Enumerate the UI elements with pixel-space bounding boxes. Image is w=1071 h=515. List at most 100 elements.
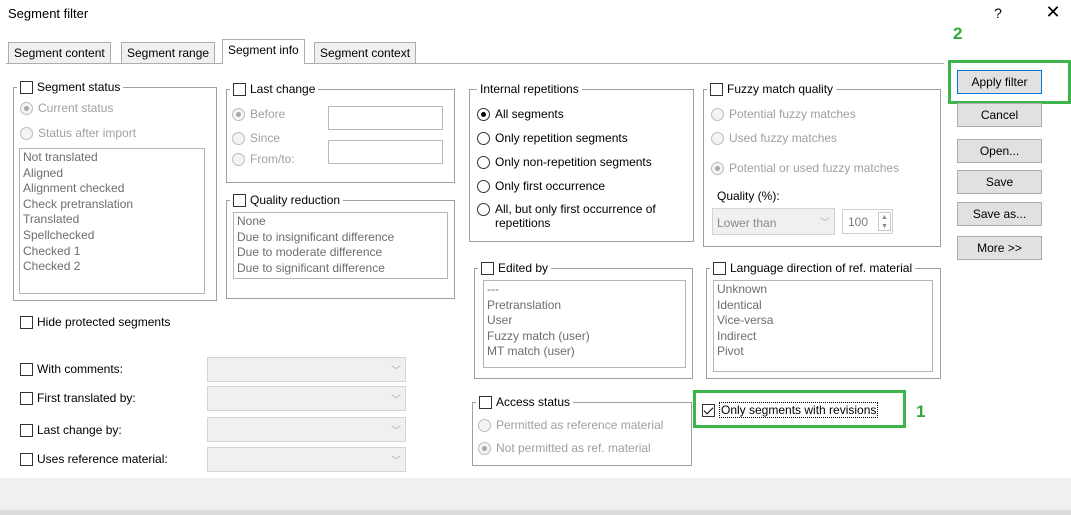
list-item[interactable]: Identical [717,298,929,314]
radio-dot [711,131,724,145]
quality-reduction-legend[interactable]: Quality reduction [230,193,344,207]
last-change-legend[interactable]: Last change [230,82,319,96]
used-fuzzy-radio[interactable]: Used fuzzy matches [711,131,837,145]
fuzzy-match-checkbox[interactable] [710,82,723,96]
uses-reference-row[interactable]: Uses reference material: [20,452,168,466]
last-change-checkbox[interactable] [233,82,246,96]
uses-reference-select[interactable]: ﹀ [207,447,406,472]
quality-reduction-list[interactable]: None Due to insignificant difference Due… [233,212,448,279]
list-item[interactable]: Indirect [717,329,929,345]
before-radio[interactable]: Before [232,107,285,121]
all-first-occurrence-continued: repetitions [495,216,551,230]
apply-filter-button[interactable]: Apply filter [957,70,1042,94]
all-segments-radio[interactable]: All segments [477,107,564,121]
fuzzy-match-legend[interactable]: Fuzzy match quality [707,82,837,96]
segment-status-legend[interactable]: Segment status [17,80,124,94]
list-item[interactable]: Spellchecked [23,228,201,244]
hide-protected-checkbox[interactable] [20,315,33,329]
list-item[interactable]: Due to insignificant difference [237,230,444,246]
first-translated-row[interactable]: First translated by: [20,391,136,405]
fromto-radio[interactable]: From/to: [232,152,295,166]
language-direction-checkbox[interactable] [713,261,726,275]
since-radio[interactable]: Since [232,131,280,145]
list-item[interactable]: Checked 1 [23,244,201,260]
last-change-by-select[interactable]: ﹀ [207,417,406,442]
tab-segment-range[interactable]: Segment range [121,42,216,63]
save-button[interactable]: Save [957,170,1042,194]
last-change-by-checkbox[interactable] [20,423,33,437]
list-item[interactable]: None [237,214,444,230]
with-comments-select[interactable]: ﹀ [207,357,406,382]
list-item[interactable]: Alignment checked [23,181,201,197]
tab-segment-content[interactable]: Segment content [8,42,111,63]
edited-by-list[interactable]: --- Pretranslation User Fuzzy match (use… [483,280,686,368]
tab-segment-context[interactable]: Segment context [314,42,417,63]
current-status-radio[interactable]: Current status [20,101,113,115]
segment-status-checkbox[interactable] [20,80,33,94]
chevron-down-icon: ﹀ [391,366,401,377]
only-non-repetition-radio[interactable]: Only non-repetition segments [477,155,652,169]
list-item[interactable]: Checked 2 [23,259,201,275]
radio-dot [232,131,245,145]
first-translated-checkbox[interactable] [20,391,33,405]
close-icon[interactable]: ✕ [1043,2,1063,23]
language-direction-legend[interactable]: Language direction of ref. material [710,261,916,275]
list-item[interactable]: Pivot [717,344,929,360]
radio-dot [478,418,491,432]
not-permitted-radio[interactable]: Not permitted as ref. material [478,441,651,455]
quality-value-spinner[interactable]: 100 ▲ ▼ [842,209,893,234]
annotation-number-1: 1 [916,402,926,421]
save-as-button[interactable]: Save as... [957,202,1042,226]
last-change-by-row[interactable]: Last change by: [20,423,122,437]
cancel-button[interactable]: Cancel [957,103,1042,127]
open-button[interactable]: Open... [957,139,1042,163]
edited-by-checkbox[interactable] [481,261,494,275]
only-revisions-checkbox[interactable] [702,403,715,417]
language-direction-list[interactable]: Unknown Identical Vice-versa Indirect Pi… [713,280,933,372]
help-button[interactable]: ? [991,5,1005,21]
dialog-title: Segment filter [8,6,89,21]
tab-segment-info[interactable]: Segment info [222,39,305,64]
list-item[interactable]: Aligned [23,166,201,182]
list-item[interactable]: Fuzzy match (user) [487,329,682,345]
quality-operator-select[interactable]: Lower than ﹀ [712,208,835,235]
list-item[interactable]: Not translated [23,150,201,166]
only-repetition-radio[interactable]: Only repetition segments [477,131,628,145]
list-item[interactable]: --- [487,282,682,298]
radio-dot [478,441,491,455]
fuzzy-match-label: Fuzzy match quality [727,82,834,96]
access-status-legend[interactable]: Access status [476,395,574,409]
potential-or-used-radio[interactable]: Potential or used fuzzy matches [711,161,899,175]
radio-dot [477,179,490,193]
list-item[interactable]: Vice-versa [717,313,929,329]
before-date-input[interactable] [328,106,443,130]
first-translated-select[interactable]: ﹀ [207,386,406,411]
only-revisions-checkbox-row[interactable]: Only segments with revisions [702,402,879,418]
status-after-import-radio[interactable]: Status after import [20,126,136,140]
list-item[interactable]: Translated [23,212,201,228]
segment-status-list[interactable]: Not translated Aligned Alignment checked… [19,148,205,294]
list-item[interactable]: Due to significant difference [237,261,444,277]
only-first-occurrence-radio[interactable]: Only first occurrence [477,179,605,193]
access-status-checkbox[interactable] [479,395,492,409]
uses-reference-checkbox[interactable] [20,452,33,466]
hide-protected-row[interactable]: Hide protected segments [20,315,170,329]
with-comments-row[interactable]: With comments: [20,362,123,376]
spinner-arrows-icon[interactable]: ▲ ▼ [878,212,891,231]
list-item[interactable]: Due to moderate difference [237,245,444,261]
more-button[interactable]: More >> [957,236,1042,260]
quality-reduction-checkbox[interactable] [233,193,246,207]
list-item[interactable]: Check pretranslation [23,197,201,213]
potential-fuzzy-radio[interactable]: Potential fuzzy matches [711,107,856,121]
list-item[interactable]: Pretranslation [487,298,682,314]
list-item[interactable]: User [487,313,682,329]
since-date-input[interactable] [328,140,443,164]
chevron-down-icon: ﹀ [820,218,830,229]
list-item[interactable]: Unknown [717,282,929,298]
permitted-radio[interactable]: Permitted as reference material [478,418,663,432]
list-item[interactable]: MT match (user) [487,344,682,360]
radio-dot [477,155,490,169]
all-first-occurrence-radio[interactable]: All, but only first occurrence of [477,202,656,216]
with-comments-checkbox[interactable] [20,362,33,376]
edited-by-legend[interactable]: Edited by [478,261,552,275]
